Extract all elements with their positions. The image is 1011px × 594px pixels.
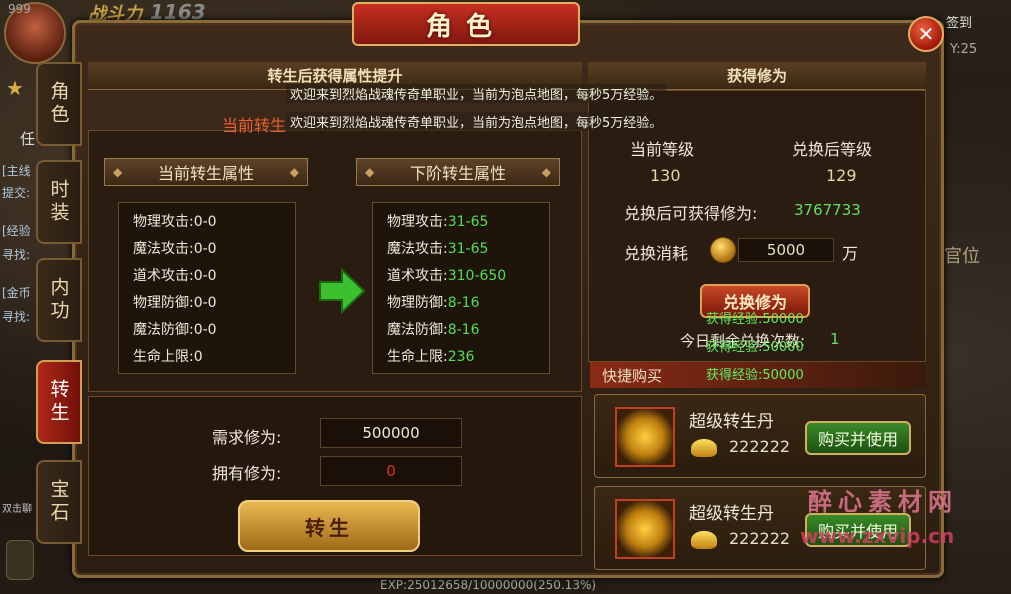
attr-row: 生命上限:236 — [387, 349, 475, 365]
microphone-icon[interactable] — [6, 540, 34, 580]
attr-row: 物理防御:0-0 — [133, 295, 217, 311]
player-level: 999 — [8, 2, 31, 16]
gold-ingot-icon — [691, 531, 717, 549]
quest-line: 寻找: — [2, 248, 31, 262]
tab-fashion[interactable]: 时装 — [36, 160, 82, 244]
exp-gain-popup: 获得经验:50000 — [706, 368, 804, 383]
item-price: 222222 — [729, 529, 791, 548]
attr-row: 魔法攻击:31-65 — [387, 241, 489, 257]
quest-line[interactable]: [主线 — [2, 162, 31, 179]
gold-ingot-icon — [691, 439, 717, 457]
rebirth-pill-icon[interactable] — [615, 499, 675, 559]
next-attr-list: 物理攻击:31-65 魔法攻击:31-65 道术攻击:310-650 物理防御:… — [372, 202, 550, 374]
exp-bar-text: EXP:25012658/10000000(250.13%) — [380, 578, 597, 592]
watermark-url: www.zxvip.cn — [800, 524, 955, 548]
tab-rebirth[interactable]: 转生 — [36, 360, 82, 444]
cost-unit: 万 — [842, 244, 859, 263]
current-level-value: 130 — [650, 166, 681, 185]
item-name: 超级转生丹 — [689, 504, 774, 524]
quest-line: 寻找: — [2, 310, 31, 324]
today-remaining-value: 1 — [830, 330, 840, 348]
quest-tab-label[interactable]: 任 — [20, 128, 35, 149]
dual-strike-label: 双击聊 — [2, 504, 32, 515]
attr-row: 物理攻击:0-0 — [133, 214, 217, 230]
star-icon[interactable]: ★ — [6, 76, 24, 100]
after-level-label: 兑换后等级 — [792, 140, 873, 159]
system-message: 欢迎来到烈焰战魂传奇单职业，当前为泡点地图，每秒5万经验。 — [286, 112, 667, 131]
item-price: 222222 — [729, 437, 791, 456]
shop-item: 超级转生丹 222222 购买并使用 — [594, 394, 926, 478]
current-rebirth-label: 当前转生 — [222, 116, 287, 135]
attr-row: 魔法防御:8-16 — [387, 322, 480, 338]
attr-row: 道术攻击:310-650 — [387, 268, 507, 284]
cost-value: 5000 — [738, 238, 834, 262]
sign-in-label[interactable]: 签到 — [946, 12, 972, 31]
official-rank-label[interactable]: 官位 — [944, 242, 980, 268]
attr-row: 魔法攻击:0-0 — [133, 241, 217, 257]
attr-row: 生命上限:0 — [133, 349, 203, 365]
system-message: 欢迎来到烈焰战魂传奇单职业，当前为泡点地图，每秒5万经验。 — [286, 84, 667, 103]
after-level-value: 129 — [826, 166, 857, 185]
item-name: 超级转生丹 — [689, 412, 774, 432]
gain-label: 兑换后可获得修为: — [624, 204, 758, 223]
current-attr-header: 当前转生属性 — [104, 158, 308, 186]
current-attr-list: 物理攻击:0-0 魔法攻击:0-0 道术攻击:0-0 物理防御:0-0 魔法防御… — [118, 202, 296, 374]
own-value: 0 — [320, 456, 462, 486]
tab-gem[interactable]: 宝石 — [36, 460, 82, 544]
quest-line: 提交: — [2, 186, 31, 200]
attr-row: 魔法防御:0-0 — [133, 322, 217, 338]
attr-row: 道术攻击:0-0 — [133, 268, 217, 284]
need-label: 需求修为: — [212, 428, 282, 447]
need-value: 500000 — [320, 418, 462, 448]
buy-and-use-button[interactable]: 购买并使用 — [805, 421, 911, 455]
arrow-right-icon — [319, 268, 366, 314]
exp-gain-popup: 获得经验:50000 — [706, 340, 804, 355]
coord-readout: Y:25 — [950, 42, 978, 57]
gold-coin-icon — [710, 237, 736, 263]
gain-value: 3767733 — [794, 201, 861, 219]
rebirth-pill-icon[interactable] — [615, 407, 675, 467]
rebirth-button[interactable]: 转生 — [238, 500, 420, 552]
next-attr-header: 下阶转生属性 — [356, 158, 560, 186]
close-icon[interactable]: ✕ — [908, 16, 944, 52]
quest-line[interactable]: [经验 — [2, 222, 31, 239]
current-level-label: 当前等级 — [630, 140, 695, 159]
tab-role[interactable]: 角色 — [36, 62, 82, 146]
window-title: 角色 — [352, 2, 580, 46]
own-label: 拥有修为: — [212, 464, 282, 483]
exp-gain-popup: 获得经验:50000 — [706, 312, 804, 327]
watermark-text: 醉心素材网 — [808, 488, 958, 516]
attr-row: 物理防御:8-16 — [387, 295, 480, 311]
quest-line[interactable]: [金币 — [2, 284, 31, 301]
attr-row: 物理攻击:31-65 — [387, 214, 489, 230]
tab-inner-power[interactable]: 内功 — [36, 258, 82, 342]
cost-label: 兑换消耗 — [624, 244, 689, 263]
